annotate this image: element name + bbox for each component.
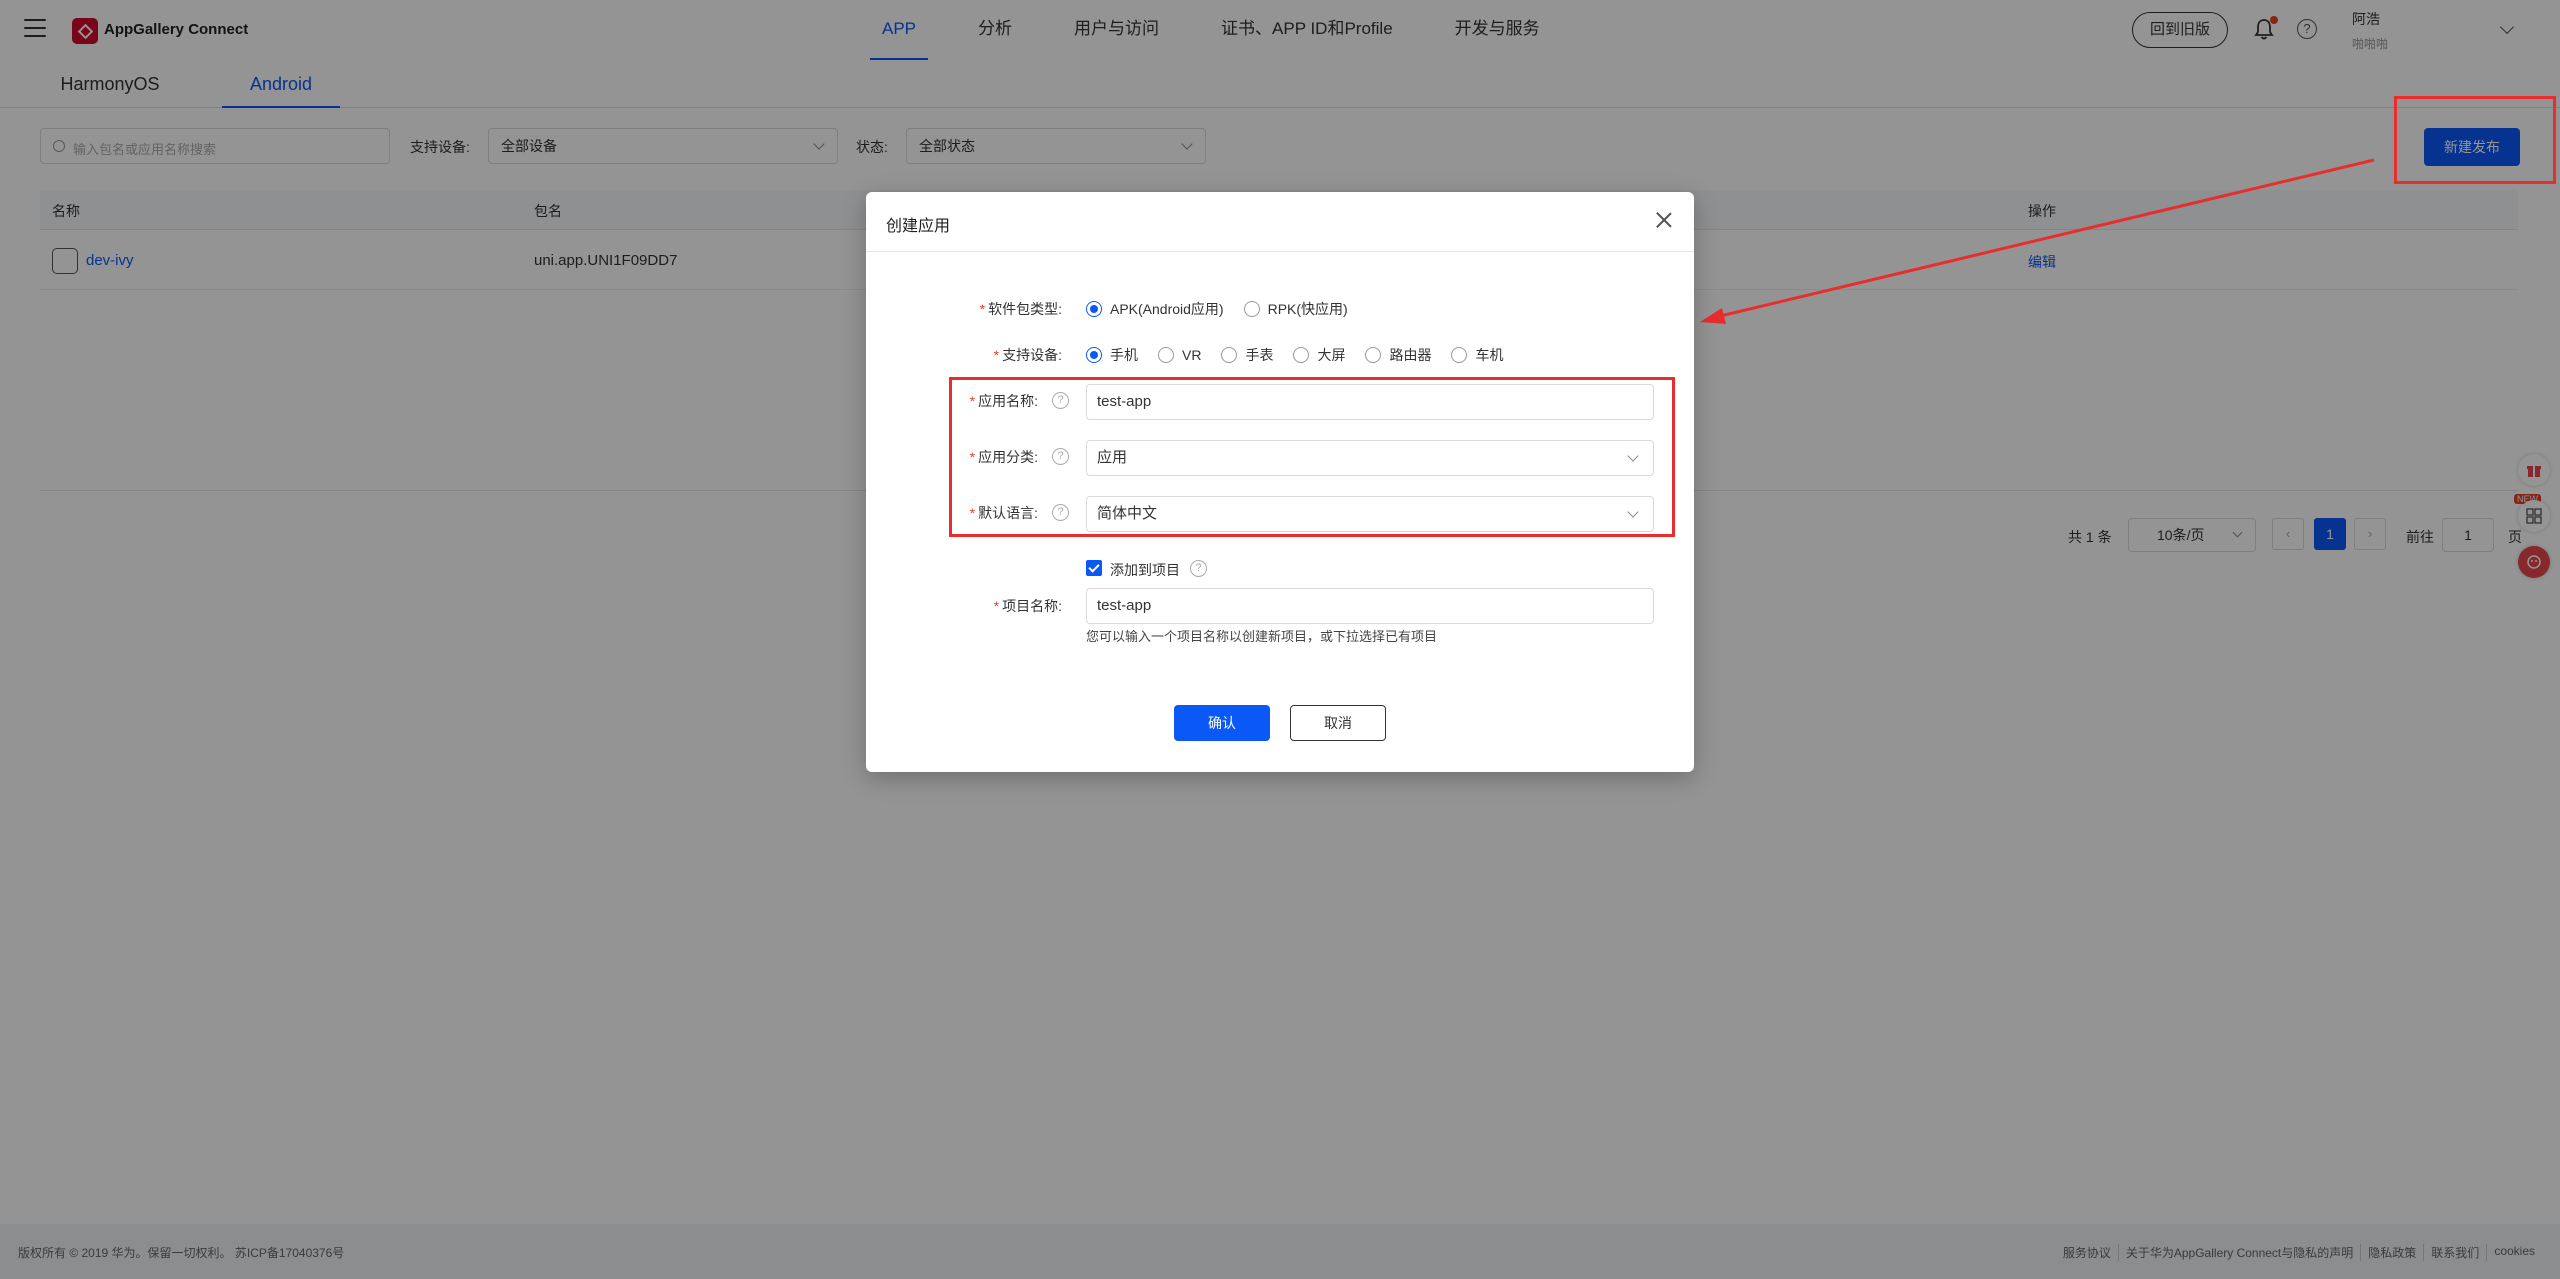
- annotation-highlight-box: [949, 377, 1675, 537]
- package-type-label: * 软件包类型:: [979, 301, 1062, 317]
- radio-unchecked-icon: [1158, 347, 1174, 363]
- radio-router[interactable]: 路由器: [1365, 345, 1431, 365]
- radio-watch[interactable]: 手表: [1221, 345, 1273, 365]
- radio-unchecked-icon: [1221, 347, 1238, 363]
- radio-unchecked-icon: [1293, 347, 1310, 363]
- radio-unchecked-icon: [1243, 301, 1260, 317]
- radio-large-screen[interactable]: 大屏: [1293, 345, 1345, 365]
- package-type-radio-group: APK(Android应用) RPK(快应用): [1086, 299, 1368, 319]
- help-icon[interactable]: ?: [1190, 560, 1207, 577]
- radio-phone[interactable]: 手机: [1086, 345, 1138, 365]
- radio-checked-icon: [1086, 301, 1102, 317]
- add-to-project-checkbox[interactable]: [1086, 560, 1102, 576]
- radio-car[interactable]: 车机: [1451, 345, 1503, 365]
- create-app-dialog: 创建应用 * 软件包类型: APK(Android应用) RPK(快应用) * 支持…: [866, 192, 1694, 772]
- add-to-project-label: 添加到项目: [1110, 562, 1180, 578]
- project-name-label: * 项目名称:: [993, 598, 1062, 614]
- radio-vr[interactable]: VR: [1158, 347, 1201, 363]
- project-hint: 您可以输入一个项目名称以创建新项目，或下拉选择已有项目: [1086, 629, 1438, 644]
- device-radio-group: 手机 VR 手表 大屏 路由器 车机: [1086, 345, 1523, 365]
- radio-unchecked-icon: [1365, 347, 1382, 363]
- confirm-button[interactable]: 确认: [1174, 705, 1270, 741]
- radio-rpk[interactable]: RPK(快应用): [1243, 299, 1348, 319]
- device-label: * 支持设备:: [993, 347, 1062, 363]
- radio-unchecked-icon: [1451, 347, 1468, 363]
- close-icon[interactable]: [1654, 210, 1674, 230]
- project-name-input[interactable]: test-app: [1086, 588, 1654, 624]
- dialog-title: 创建应用: [886, 218, 951, 235]
- divider: [866, 251, 1694, 252]
- cancel-button[interactable]: 取消: [1290, 705, 1386, 741]
- radio-checked-icon: [1086, 347, 1102, 363]
- radio-apk[interactable]: APK(Android应用): [1086, 299, 1224, 319]
